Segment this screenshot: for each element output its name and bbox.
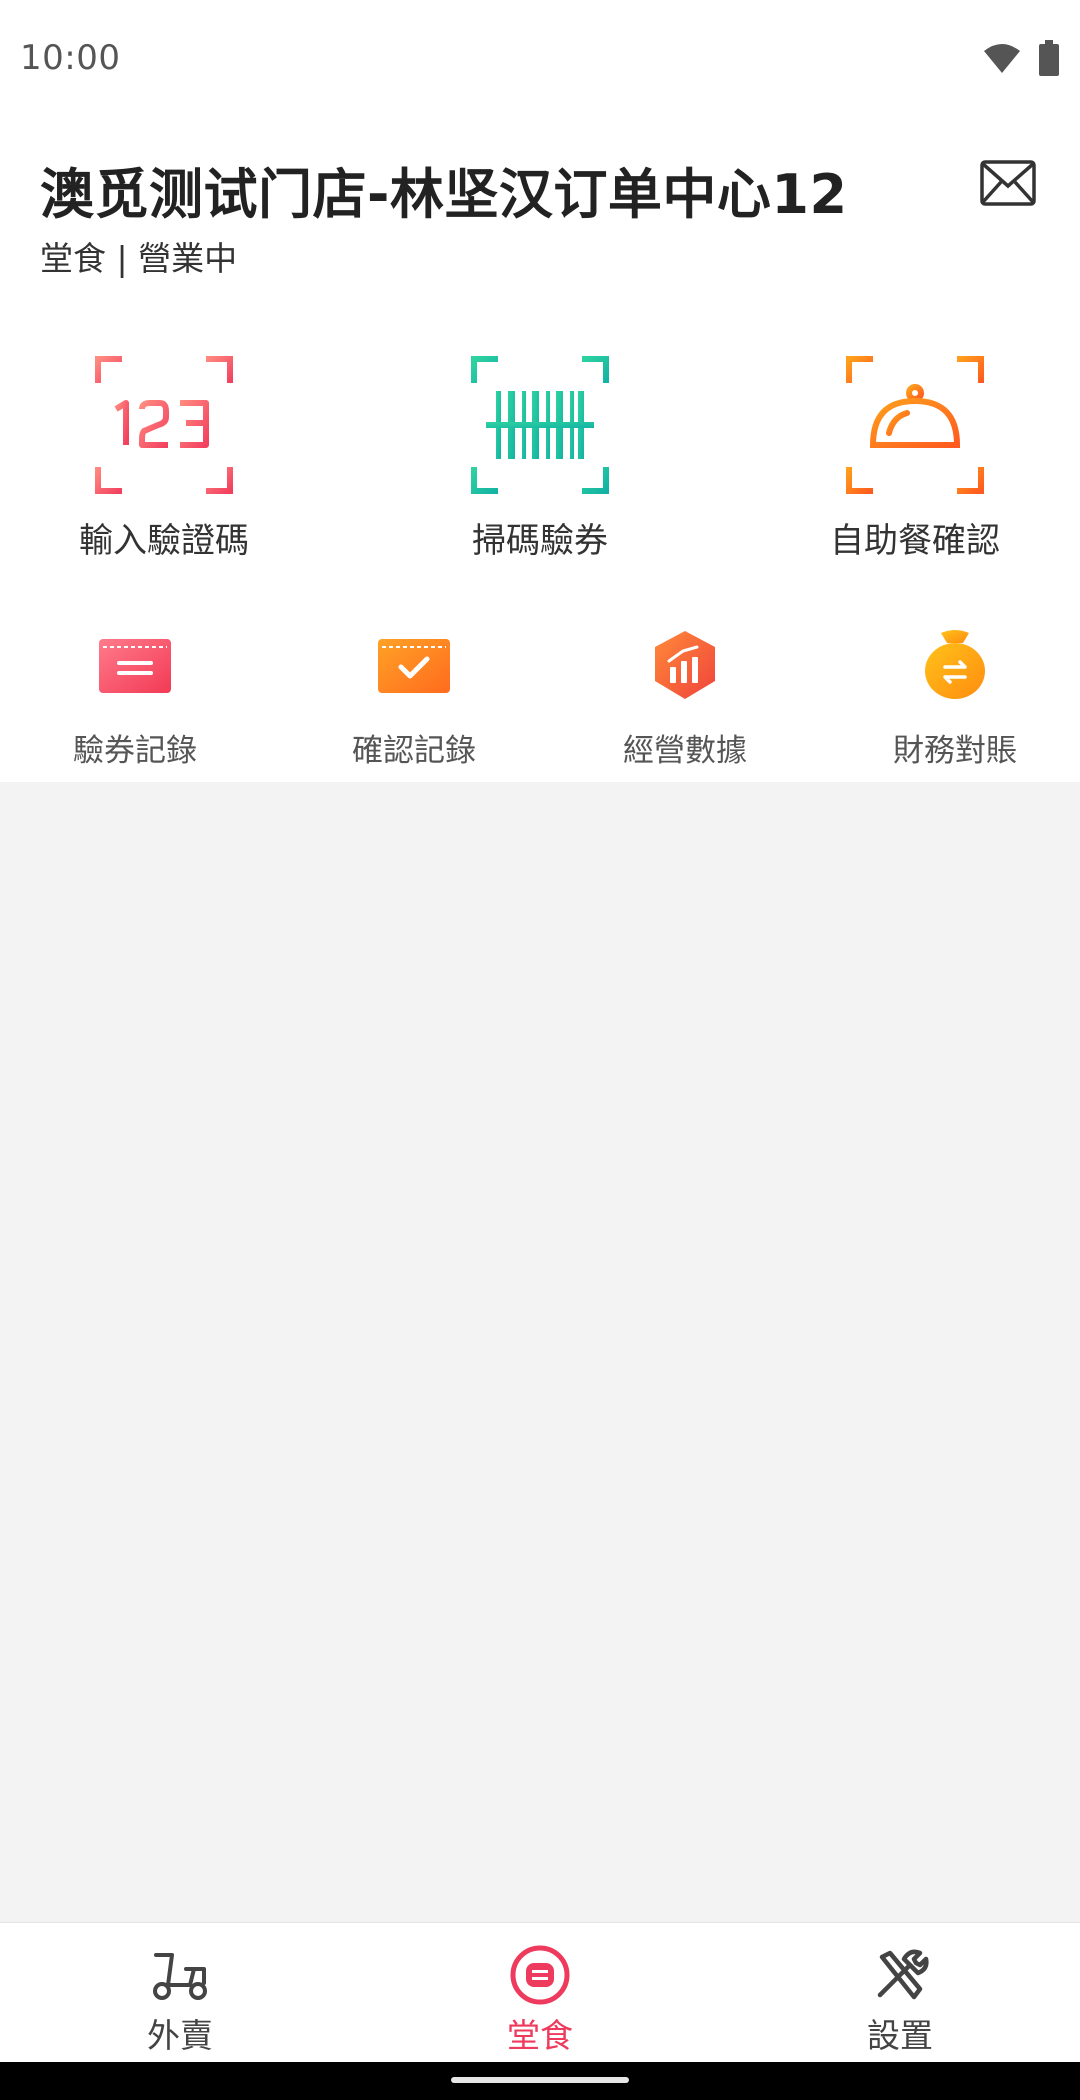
tab-settings[interactable]: 設置	[780, 1923, 1020, 2063]
system-gesture-bar	[0, 2062, 1080, 2100]
confirm-record-button[interactable]: 確認記錄	[304, 625, 524, 775]
confirm-record-icon	[378, 639, 450, 693]
finance-reconcile-button[interactable]: 財務對賬	[845, 625, 1065, 775]
status-time: 10:00	[20, 38, 121, 78]
primary-actions: 輸入驗證碼 掃碼驗券 自助餐確認	[0, 355, 1080, 565]
scan-coupon-label: 掃碼驗券	[472, 521, 608, 561]
tools-icon	[877, 1949, 929, 2000]
buffet-confirm-button[interactable]: 自助餐確認	[765, 355, 1065, 565]
home-indicator[interactable]	[451, 2077, 629, 2083]
finance-reconcile-label: 財務對賬	[893, 733, 1017, 769]
wifi-icon	[984, 44, 1020, 73]
tab-takeaway[interactable]: 外賣	[60, 1923, 300, 2063]
store-name: 澳觅测试门店-林坚汉订单中心12	[40, 163, 848, 226]
header-panel: 10:00 澳觅测试门店-林坚汉订单中心12 堂食 | 營業中 輸入驗證碼 掃碼…	[0, 0, 1080, 782]
scooter-icon	[153, 1953, 207, 2000]
enter-code-label: 輸入驗證碼	[79, 521, 249, 561]
tab-takeaway-label: 外賣	[147, 2016, 213, 2055]
enter-code-button[interactable]: 輸入驗證碼	[14, 355, 314, 565]
mail-icon[interactable]	[980, 160, 1036, 206]
barcode-scan-icon	[471, 356, 609, 494]
secondary-actions: 驗券記錄 確認記錄 經營數據 財務對賬	[0, 625, 1080, 775]
business-data-icon	[655, 631, 715, 699]
tab-settings-label: 設置	[867, 2016, 933, 2055]
business-data-button[interactable]: 經營數據	[575, 625, 795, 775]
money-bag-icon	[925, 630, 985, 699]
status-icons	[982, 40, 1060, 76]
dine-in-icon	[510, 1945, 570, 2005]
confirm-record-label: 確認記錄	[352, 733, 476, 769]
status-bar: 10:00	[0, 0, 1080, 118]
buffet-confirm-label: 自助餐確認	[830, 521, 1000, 561]
coupon-record-button[interactable]: 驗券記錄	[25, 625, 245, 775]
number-123-scan-icon	[95, 356, 233, 494]
coupon-record-icon	[99, 639, 171, 693]
bottom-navigation: 外賣 堂食 設置	[0, 1922, 1080, 2063]
battery-icon	[1039, 40, 1059, 76]
scan-coupon-button[interactable]: 掃碼驗券	[390, 355, 690, 565]
coupon-record-label: 驗券記錄	[73, 733, 197, 769]
business-data-label: 經營數據	[623, 733, 747, 769]
store-status: 堂食 | 營業中	[40, 239, 238, 278]
tab-dine-in[interactable]: 堂食	[420, 1923, 660, 2063]
food-cloche-icon	[846, 356, 984, 494]
tab-dine-in-label: 堂食	[507, 2016, 573, 2055]
